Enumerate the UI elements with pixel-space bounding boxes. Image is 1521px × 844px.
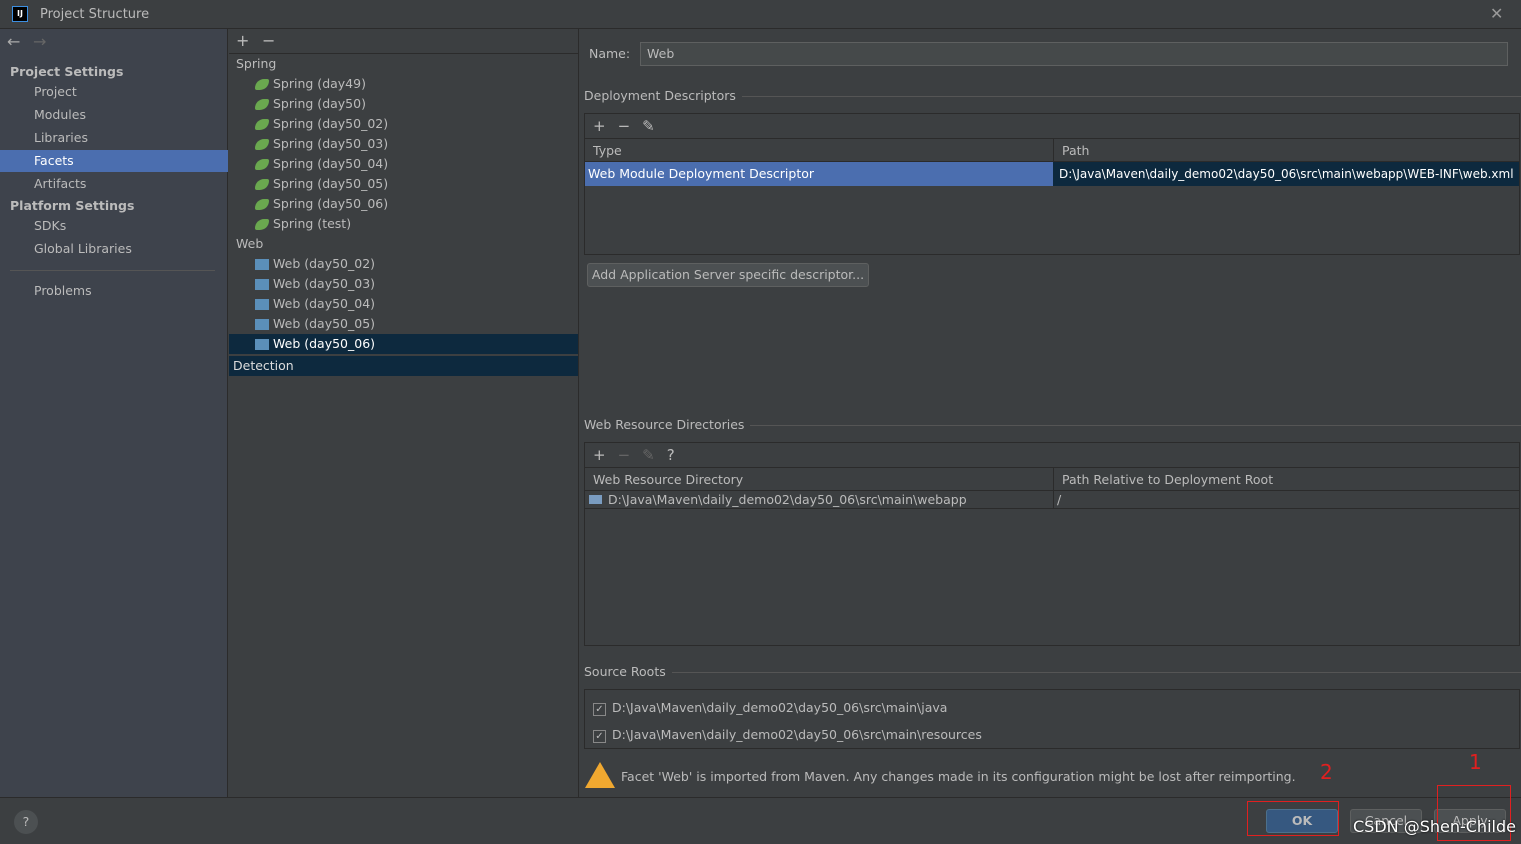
add-server-descriptor-button[interactable]: Add Application Server specific descript… <box>587 263 869 287</box>
tree-item[interactable]: Spring (day50_04) <box>229 154 578 174</box>
sidebar: ← → Project Settings Project Modules Lib… <box>0 29 228 797</box>
spring-leaf-icon <box>255 99 269 110</box>
tree-item[interactable]: Web (day50_06) <box>229 334 578 354</box>
spring-leaf-icon <box>255 179 269 190</box>
tree-item[interactable]: Web (day50_05) <box>229 314 578 334</box>
source-roots-header: Source Roots <box>584 664 1521 679</box>
sidebar-item-problems[interactable]: Problems <box>0 280 228 302</box>
add-facet-button[interactable]: + <box>236 31 249 50</box>
sidebar-item-artifacts[interactable]: Artifacts <box>0 173 228 195</box>
sidebar-item-modules[interactable]: Modules <box>0 104 228 126</box>
web-facet-icon <box>255 279 269 290</box>
name-label: Name: <box>589 46 631 61</box>
web-facet-icon <box>255 299 269 310</box>
facet-details: Name: Web Deployment Descriptors + − ✎ Typ… <box>580 29 1521 797</box>
column-header-path[interactable]: Path <box>1053 139 1089 163</box>
back-arrow-icon[interactable]: ← <box>7 32 20 51</box>
help-icon[interactable]: ? <box>667 446 675 464</box>
annotation-number-2: 2 <box>1320 760 1333 784</box>
source-root-item[interactable]: ✓ D:\Java\Maven\daily_demo02\day50_06\src… <box>593 700 947 716</box>
remove-icon[interactable]: − <box>618 446 631 464</box>
annotation-number-1: 1 <box>1469 750 1482 774</box>
checkbox-checked[interactable]: ✓ <box>593 730 606 743</box>
facet-tree-panel: + − Spring Spring (day49) Spring (day50) Sp… <box>229 29 579 797</box>
tree-group-web[interactable]: Web <box>229 234 578 254</box>
sidebar-item-libraries[interactable]: Libraries <box>0 127 228 149</box>
web-facet-icon <box>255 319 269 330</box>
source-root-item[interactable]: ✓ D:\Java\Maven\daily_demo02\day50_06\src… <box>593 727 982 743</box>
spring-leaf-icon <box>255 199 269 210</box>
tree-item[interactable]: Spring (day50_06) <box>229 194 578 214</box>
annotation-box-ok <box>1247 801 1339 836</box>
tree-item[interactable]: Spring (test) <box>229 214 578 234</box>
spring-leaf-icon <box>255 159 269 170</box>
tree-item[interactable]: Web (day50_03) <box>229 274 578 294</box>
spring-leaf-icon <box>255 79 269 90</box>
tree-group-spring[interactable]: Spring <box>229 54 578 74</box>
sidebar-item-global-libraries[interactable]: Global Libraries <box>0 238 228 260</box>
tree-item[interactable]: Spring (day50_05) <box>229 174 578 194</box>
web-resource-directories-header: Web Resource Directories <box>584 417 1521 432</box>
detection-item[interactable]: Detection <box>229 356 578 376</box>
forward-arrow-icon[interactable]: → <box>33 32 46 51</box>
remove-icon[interactable]: − <box>618 117 631 135</box>
tree-item[interactable]: Web (day50_02) <box>229 254 578 274</box>
tree-item[interactable]: Spring (day50_03) <box>229 134 578 154</box>
tree-item[interactable]: Spring (day49) <box>229 74 578 94</box>
web-facet-icon <box>255 339 269 350</box>
tree-item[interactable]: Spring (day50) <box>229 94 578 114</box>
web-facet-icon <box>255 259 269 270</box>
warning-text: Facet 'Web' is imported from Maven. Any … <box>621 769 1296 784</box>
column-header-relative-path[interactable]: Path Relative to Deployment Root <box>1053 468 1273 492</box>
name-input[interactable]: Web <box>640 42 1508 66</box>
window-title: Project Structure <box>40 7 150 22</box>
tree-item[interactable]: Spring (day50_02) <box>229 114 578 134</box>
column-header-directory[interactable]: Web Resource Directory <box>585 468 743 492</box>
platform-settings-header: Platform Settings <box>10 198 135 213</box>
edit-pencil-icon[interactable]: ✎ <box>642 117 655 135</box>
add-icon[interactable]: + <box>593 446 606 464</box>
table-row[interactable]: D:\Java\Maven\daily_demo02\day50_06\src\… <box>585 491 1519 509</box>
sidebar-item-project[interactable]: Project <box>0 81 228 103</box>
project-settings-header: Project Settings <box>10 64 124 79</box>
sidebar-item-facets[interactable]: Facets <box>0 150 228 172</box>
web-resource-table: + − ✎? Web Resource Directory Path Relative… <box>584 442 1520 646</box>
close-icon[interactable]: ✕ <box>1490 4 1503 23</box>
folder-icon <box>589 495 602 504</box>
spring-leaf-icon <box>255 219 269 230</box>
sidebar-item-sdks[interactable]: SDKs <box>0 215 228 237</box>
spring-leaf-icon <box>255 119 269 130</box>
title-bar: IJ Project Structure ✕ <box>0 0 1521 29</box>
add-icon[interactable]: + <box>593 117 606 135</box>
divider <box>10 270 215 271</box>
deployment-descriptors-table: + − ✎ Type Path Web Module Deployment Descr… <box>584 113 1520 255</box>
warning-icon <box>585 762 615 788</box>
tree-item[interactable]: Web (day50_04) <box>229 294 578 314</box>
source-roots-list: ✓ D:\Java\Maven\daily_demo02\day50_06\src… <box>584 689 1520 749</box>
deployment-descriptors-header: Deployment Descriptors <box>584 88 1521 103</box>
remove-facet-button[interactable]: − <box>262 31 275 50</box>
watermark: CSDN @Shen-Childe <box>1353 817 1516 836</box>
table-row[interactable]: Web Module Deployment Descriptor D:\Java… <box>585 162 1519 186</box>
edit-pencil-icon[interactable]: ✎ <box>642 446 655 464</box>
checkbox-checked[interactable]: ✓ <box>593 703 606 716</box>
help-button[interactable]: ? <box>14 810 38 834</box>
column-header-type[interactable]: Type <box>585 139 622 163</box>
intellij-logo-icon: IJ <box>12 6 28 22</box>
spring-leaf-icon <box>255 139 269 150</box>
